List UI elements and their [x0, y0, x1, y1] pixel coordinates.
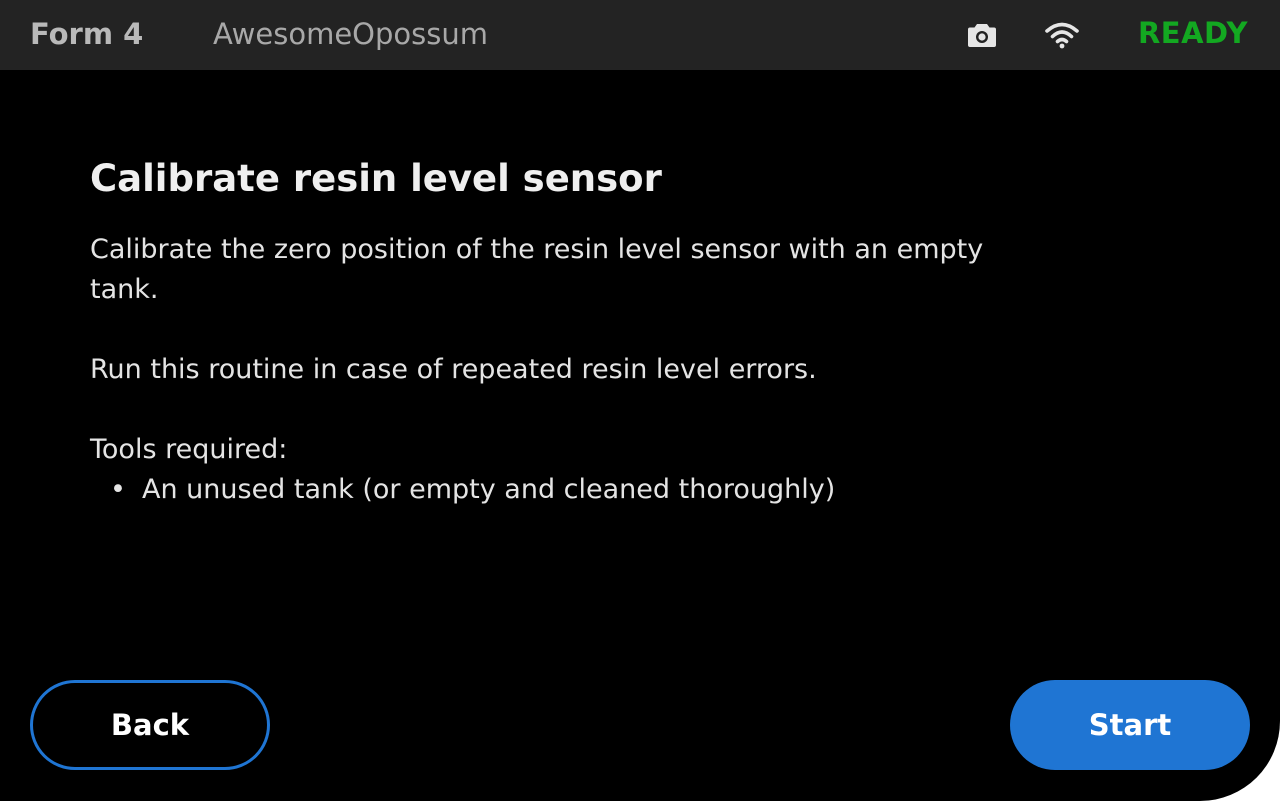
page-title: Calibrate resin level sensor — [90, 157, 662, 200]
start-button-label: Start — [1088, 708, 1172, 742]
camera-icon[interactable] — [967, 22, 997, 48]
list-item: • An unused tank (or empty and cleaned t… — [90, 470, 835, 510]
printer-model: Form 4 — [30, 17, 144, 51]
printer-status: READY — [1137, 16, 1248, 50]
tools-list: • An unused tank (or empty and cleaned t… — [90, 470, 835, 510]
back-button-label: Back — [110, 708, 190, 742]
wifi-icon[interactable] — [1044, 21, 1080, 49]
bullet-icon: • — [110, 474, 126, 505]
start-button[interactable]: Start — [1010, 680, 1250, 770]
description-calibrate: Calibrate the zero position of the resin… — [90, 234, 984, 305]
description-run-routine: Run this routine in case of repeated res… — [90, 354, 817, 385]
tool-item-label: An unused tank (or empty and cleaned tho… — [142, 474, 836, 505]
printer-screen: Form 4 AwesomeOpossum READY Calibrate re… — [0, 0, 1280, 801]
printer-name: AwesomeOpossum — [213, 17, 488, 51]
back-button[interactable]: Back — [30, 680, 270, 770]
tools-required-label: Tools required: — [90, 434, 288, 465]
status-bar: Form 4 AwesomeOpossum READY — [0, 0, 1280, 70]
